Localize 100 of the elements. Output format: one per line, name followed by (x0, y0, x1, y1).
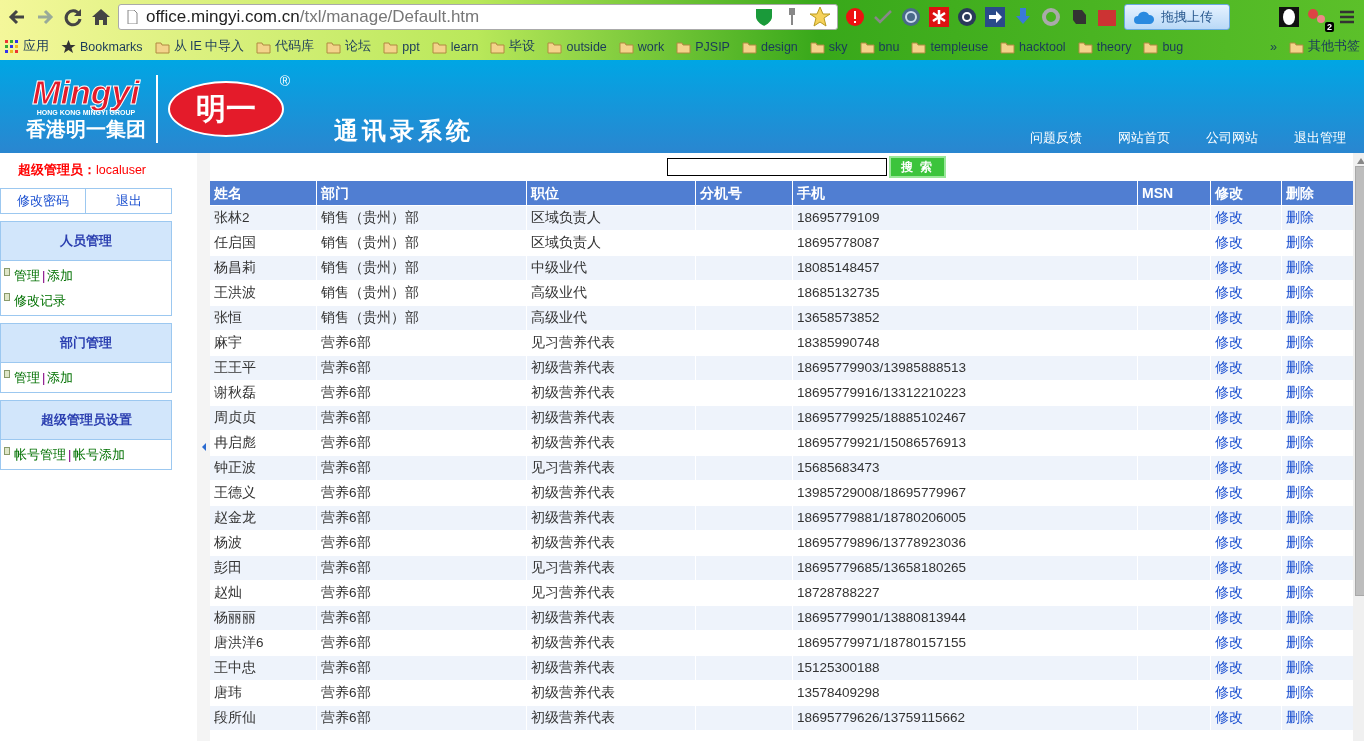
bookmark-link[interactable]: bnu (859, 39, 900, 54)
bookmark-link[interactable]: bug (1143, 39, 1184, 54)
sidebar-toggle[interactable] (197, 153, 210, 741)
bookmark-link[interactable]: design (741, 39, 798, 54)
menu-link[interactable]: 帐号添加 (73, 445, 126, 464)
delete-link[interactable]: 删除 (1286, 385, 1314, 400)
edit-link[interactable]: 修改 (1215, 535, 1243, 550)
menu-link[interactable]: 修改记录 (14, 291, 66, 310)
edit-link[interactable]: 修改 (1215, 585, 1243, 600)
edit-link[interactable]: 修改 (1215, 385, 1243, 400)
bookmark-link[interactable]: sky (809, 39, 848, 54)
bullet-icon (4, 370, 10, 378)
edit-link[interactable]: 修改 (1215, 410, 1243, 425)
delete-link[interactable]: 删除 (1286, 335, 1314, 350)
bookmark-link[interactable]: templeuse (911, 39, 989, 54)
column-header: MSN (1138, 181, 1210, 205)
nav-link[interactable]: 退出管理 (1294, 129, 1346, 147)
table-cell: 初级营养代表 (527, 506, 695, 530)
column-header: 删除 (1282, 181, 1353, 205)
nav-link[interactable]: 问题反馈 (1030, 129, 1082, 147)
edit-link[interactable]: 修改 (1215, 210, 1243, 225)
bookmark-link[interactable]: 应用 (4, 38, 49, 55)
delete-link[interactable]: 删除 (1286, 235, 1314, 250)
delete-link[interactable]: 删除 (1286, 360, 1314, 375)
delete-link[interactable]: 删除 (1286, 210, 1314, 225)
table-cell: 初级营养代表 (527, 606, 695, 630)
delete-link[interactable]: 删除 (1286, 410, 1314, 425)
nav-link[interactable]: 网站首页 (1118, 129, 1170, 147)
bullet-icon (4, 447, 10, 455)
search-field[interactable] (666, 158, 887, 176)
scroll-up-icon[interactable] (1357, 158, 1364, 164)
bookmark-link[interactable]: 从 IE 中导入 (154, 38, 245, 55)
delete-link[interactable]: 删除 (1286, 585, 1314, 600)
delete-link[interactable]: 删除 (1286, 510, 1314, 525)
bookmark-link[interactable]: PJSIP (676, 39, 730, 54)
edit-link[interactable]: 修改 (1215, 310, 1243, 325)
delete-link[interactable]: 删除 (1286, 435, 1314, 450)
edit-link[interactable]: 修改 (1215, 335, 1243, 350)
star-icon[interactable] (809, 5, 831, 28)
table-cell: 18695779881/18780206005 (793, 506, 1137, 530)
address-bar[interactable]: office.mingyi.com.cn/txl/manage/Default.htm (118, 3, 838, 30)
bookmark-link[interactable]: 论坛 (326, 38, 372, 55)
upload-button[interactable]: 拖拽上传 (1124, 3, 1230, 30)
delete-link[interactable]: 删除 (1286, 710, 1314, 725)
delete-link[interactable]: 删除 (1286, 485, 1314, 500)
delete-link[interactable]: 删除 (1286, 535, 1314, 550)
edit-link[interactable]: 修改 (1215, 285, 1243, 300)
asterisk-icon[interactable] (928, 5, 950, 28)
delete-link[interactable]: 删除 (1286, 260, 1314, 275)
bookmark-link[interactable]: ppt (383, 39, 420, 54)
edit-link[interactable]: 修改 (1215, 435, 1243, 450)
edit-link[interactable]: 修改 (1215, 635, 1243, 650)
menu-link[interactable]: 添加 (47, 266, 74, 285)
edit-link[interactable]: 修改 (1215, 485, 1243, 500)
delete-link[interactable]: 删除 (1286, 310, 1314, 325)
nav-link[interactable]: 公司网站 (1206, 129, 1258, 147)
system-title: 通讯录系统 (334, 116, 474, 146)
edit-link[interactable]: 修改 (1215, 710, 1243, 725)
menu-link[interactable]: 管理 (14, 368, 40, 387)
delete-link[interactable]: 删除 (1286, 560, 1314, 575)
delete-link[interactable]: 删除 (1286, 610, 1314, 625)
bullet-icon (4, 293, 10, 301)
bookmark-link[interactable]: work (618, 39, 665, 54)
alert-icon[interactable] (844, 5, 866, 28)
menu-link[interactable]: 管理 (14, 266, 40, 285)
collapse-icon[interactable] (201, 443, 206, 451)
edit-link[interactable]: 修改 (1215, 685, 1243, 700)
edit-link[interactable]: 修改 (1215, 460, 1243, 475)
bookmark-link[interactable]: outside (547, 39, 607, 54)
edit-link[interactable]: 修改 (1215, 510, 1243, 525)
bookmark-link[interactable]: 毕设 (490, 38, 536, 55)
edit-link[interactable]: 修改 (1215, 360, 1243, 375)
edit-link[interactable]: 修改 (1215, 610, 1243, 625)
account-link[interactable]: 修改密码 (1, 189, 85, 213)
delete-link[interactable]: 删除 (1286, 685, 1314, 700)
edit-link[interactable]: 修改 (1215, 235, 1243, 250)
bookmark-link[interactable]: 代码库 (256, 38, 315, 55)
bookmark-link[interactable]: Bookmarks (61, 39, 143, 54)
more-bookmarks-button[interactable]: » (1270, 39, 1277, 54)
bookmark-link[interactable]: learn (431, 39, 479, 54)
menu-link[interactable]: 帐号管理 (14, 445, 66, 464)
folder-icon (1000, 39, 1016, 54)
account-link[interactable]: 退出 (85, 189, 171, 213)
bookmark-link[interactable]: theory (1077, 39, 1132, 54)
edit-link[interactable]: 修改 (1215, 660, 1243, 675)
bookmark-link[interactable]: 其他书签 (1289, 38, 1360, 55)
bookmark-link[interactable]: hacktool (1000, 39, 1066, 54)
table-cell: 初级营养代表 (527, 656, 695, 680)
registered-mark: ® (279, 73, 290, 89)
table-cell: 周贞贞 (210, 406, 316, 430)
column-header: 姓名 (210, 181, 316, 205)
edit-link[interactable]: 修改 (1215, 560, 1243, 575)
menu-link[interactable]: 添加 (47, 368, 74, 387)
folder-icon (547, 39, 563, 54)
edit-link[interactable]: 修改 (1215, 260, 1243, 275)
delete-link[interactable]: 删除 (1286, 635, 1314, 650)
delete-link[interactable]: 删除 (1286, 660, 1314, 675)
delete-link[interactable]: 删除 (1286, 285, 1314, 300)
table-cell: 初级营养代表 (527, 706, 695, 730)
delete-link[interactable]: 删除 (1286, 460, 1314, 475)
